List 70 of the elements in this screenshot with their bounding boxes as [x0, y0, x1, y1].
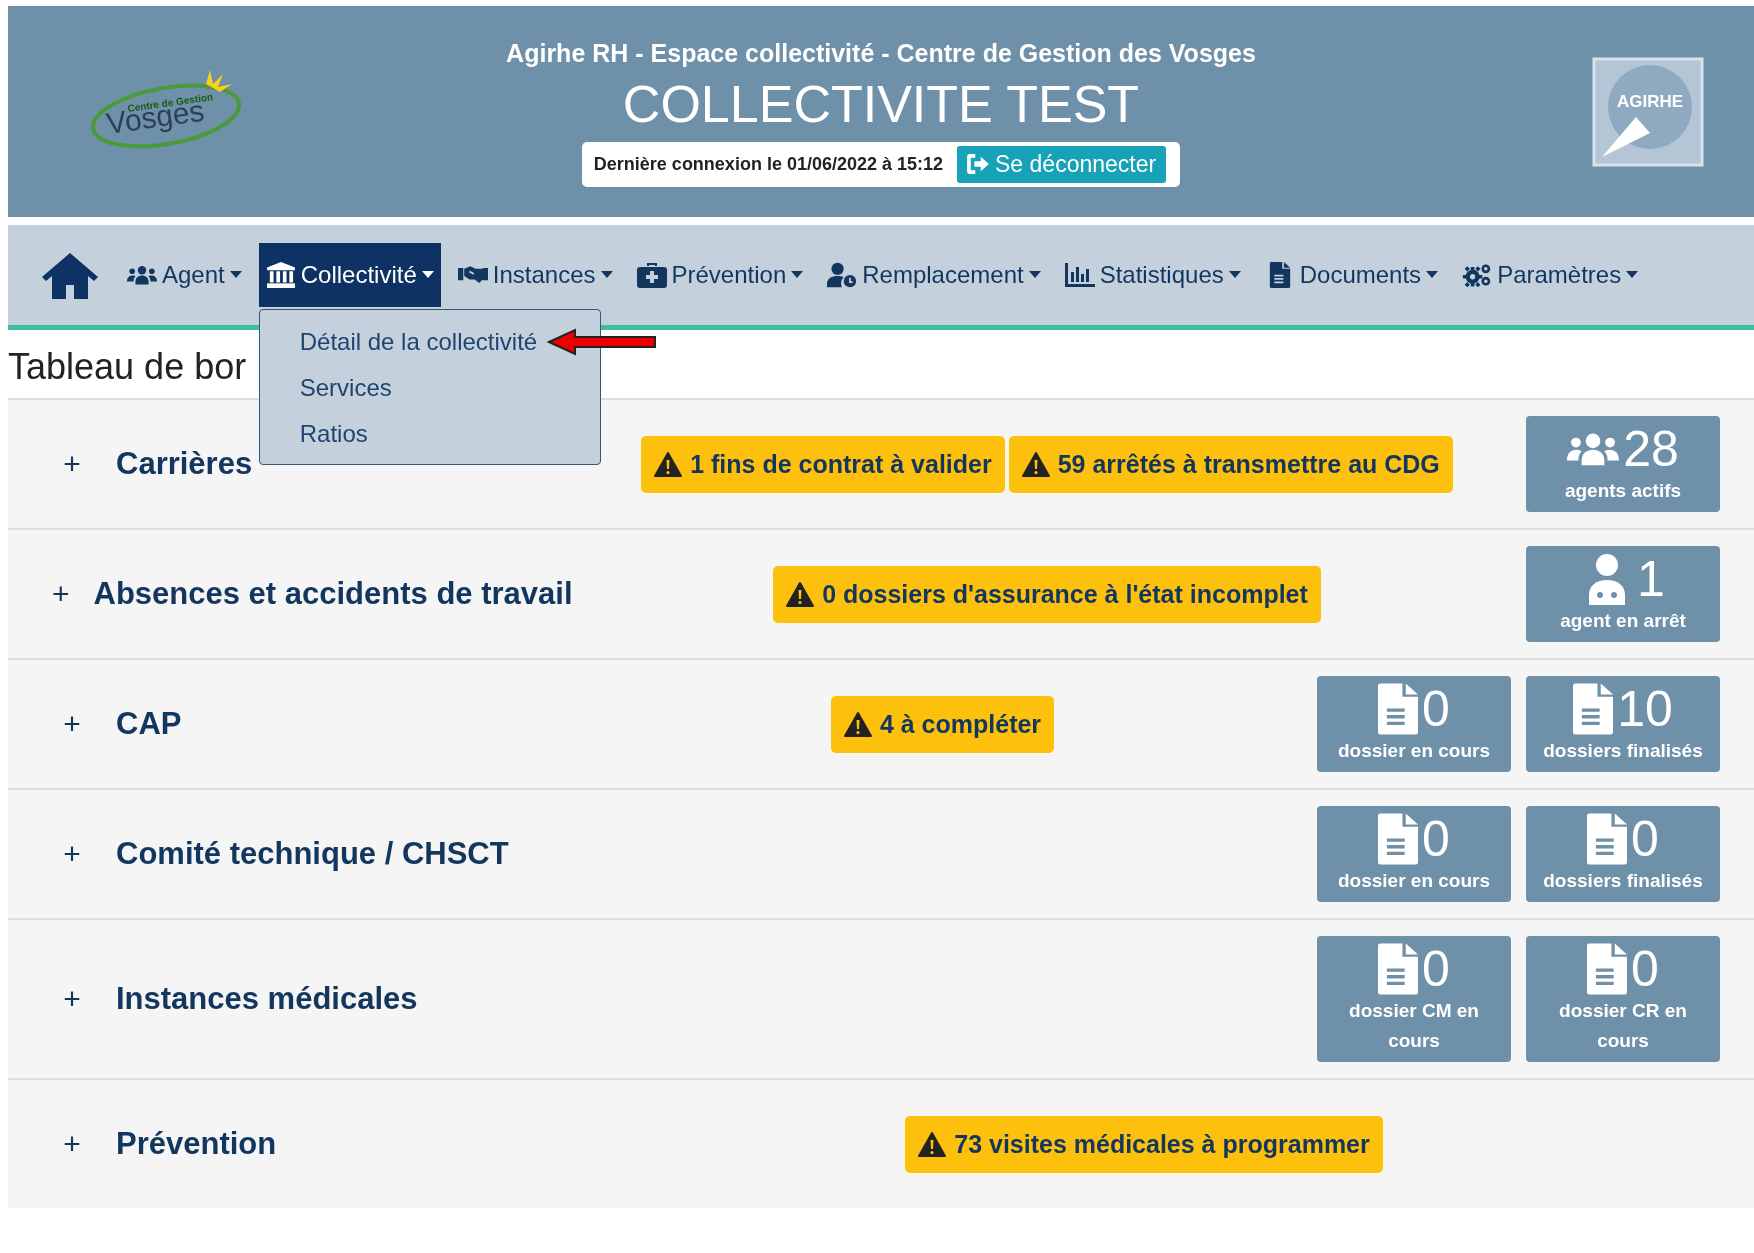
page-title: Tableau de bor [8, 346, 247, 388]
caret-icon [229, 271, 242, 279]
last-login-text: Dernière connexion le 01/06/2022 à 15:12 [593, 153, 944, 175]
stat-label: dossiers finalisés [1542, 869, 1704, 893]
stat-value: 28 [1623, 422, 1679, 476]
expand-toggle[interactable]: + [52, 982, 92, 1016]
bank-icon [265, 262, 296, 288]
document-icon [1587, 943, 1628, 995]
caret-icon [421, 271, 434, 279]
stat-label: dossier CR en cours [1558, 999, 1688, 1053]
section-title[interactable]: Prévention [116, 1126, 277, 1162]
warning-badge[interactable]: 1 fins de contrat à valider [641, 435, 1005, 493]
warning-badge[interactable]: 4 à compléter [830, 695, 1055, 753]
document-icon [1378, 683, 1419, 735]
stat-value: 10 [1617, 682, 1673, 736]
caret-icon [1626, 271, 1639, 279]
settings-icon [1462, 262, 1493, 288]
app-subtitle: Agirhe RH - Espace collectivité - Centre de Gestion des Vosges [506, 38, 1256, 68]
home-icon[interactable] [42, 251, 98, 299]
warning-badge[interactable]: 59 arrêtés à transmettre au CDG [1008, 435, 1453, 493]
stat-value: 1 [1637, 552, 1665, 606]
nav-menu-item[interactable]: Paramètres [1455, 243, 1646, 307]
warning-badge[interactable]: 0 dossiers d'assurance à l'état incomplet [773, 565, 1321, 623]
caret-icon [791, 271, 804, 279]
bar-chart-icon [1064, 262, 1095, 288]
section-title[interactable]: Comité technique / CHSCT [116, 836, 509, 872]
expand-toggle[interactable]: + [52, 1127, 92, 1161]
stat-value: 0 [1422, 682, 1450, 736]
dropdown-item[interactable]: Détail de la collectivité [295, 326, 542, 358]
stat-label: dossier en cours [1336, 739, 1492, 763]
section-title[interactable]: Carrières [116, 446, 253, 482]
nav-menu-item[interactable]: Prévention [629, 243, 811, 307]
stat-value: 0 [1631, 812, 1659, 866]
caret-icon [1426, 271, 1439, 279]
section-title[interactable]: Instances médicales [116, 981, 418, 1017]
dropdown-item[interactable]: Ratios [295, 418, 372, 450]
stat-value: 0 [1422, 942, 1450, 996]
user-clock-icon [827, 262, 858, 288]
nav-menu-item[interactable]: Documents [1257, 243, 1446, 307]
document-icon [1573, 683, 1614, 735]
stat-label: dossier CM en cours [1348, 999, 1480, 1053]
nav-menu-item[interactable]: Collectivité [258, 243, 441, 307]
brand-logo: AGIRHE [1592, 56, 1704, 167]
stat-label: dossiers finalisés [1542, 739, 1704, 763]
nav-menu-item[interactable]: Remplacement [820, 243, 1048, 307]
document-icon [1378, 813, 1419, 865]
expand-toggle[interactable]: + [52, 707, 92, 741]
nav-menu-item[interactable]: Statistiques [1057, 243, 1248, 307]
document-icon [1378, 943, 1419, 995]
caret-icon [1228, 271, 1241, 279]
stat-label: agents actifs [1563, 479, 1683, 503]
organization-title: COLLECTIVITE TEST [622, 73, 1140, 134]
logout-icon [967, 154, 990, 174]
expand-toggle[interactable]: + [52, 447, 92, 481]
nav-menu-item[interactable]: Agent [120, 243, 249, 307]
nav-menu-item[interactable]: Instances [450, 243, 620, 307]
section-title[interactable]: CAP [116, 706, 182, 742]
dropdown-item[interactable]: Services [295, 372, 396, 404]
expand-toggle[interactable]: + [52, 577, 70, 611]
stat-label: dossier en cours [1336, 869, 1492, 893]
stat-value: 0 [1631, 942, 1659, 996]
expand-toggle[interactable]: + [52, 837, 92, 871]
stat-label: agent en arrêt [1559, 609, 1687, 633]
document-icon [1587, 813, 1628, 865]
caret-icon [1028, 271, 1041, 279]
warning-badge[interactable]: 73 visites médicales à programmer [905, 1115, 1383, 1173]
medkit-icon [636, 262, 667, 288]
caret-icon [600, 271, 613, 279]
stat-value: 0 [1422, 812, 1450, 866]
section-title[interactable]: Absences et accidents de travail [93, 576, 573, 612]
